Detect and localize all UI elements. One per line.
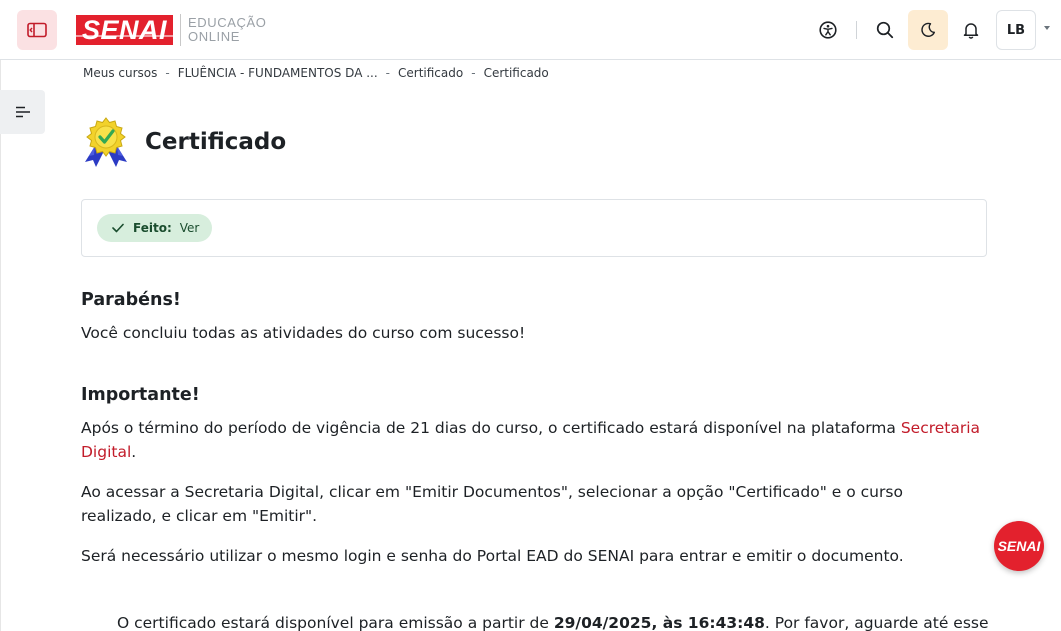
completion-status-badge[interactable]: Feito: Ver xyxy=(97,214,213,242)
important-paragraph-3: Será necessário utilizar o mesmo login e… xyxy=(81,547,904,565)
sidebar-toggle-button[interactable] xyxy=(17,10,57,50)
congrats-text: Você concluiu todas as atividades do cur… xyxy=(81,324,526,342)
accessibility-icon xyxy=(819,21,837,39)
logo-divider xyxy=(180,14,182,46)
page-title: Certificado xyxy=(145,129,287,155)
important-paragraph-1: Após o término do período de vigência de… xyxy=(81,416,981,464)
certificate-medal-icon xyxy=(85,117,127,167)
page-header: Certificado xyxy=(81,116,286,168)
chevron-down-icon[interactable] xyxy=(1044,26,1050,30)
user-avatar[interactable]: LB xyxy=(996,10,1036,50)
breadcrumb-separator: - xyxy=(165,66,170,80)
p1-end: . xyxy=(131,443,137,461)
check-icon xyxy=(112,223,124,233)
navbar-divider xyxy=(856,21,857,39)
completion-status-value: Ver xyxy=(179,221,200,235)
p1-text: Após o término do período de vigência de… xyxy=(81,419,901,437)
top-navbar: SENAI EDUCAÇÃO ONLINE LB xyxy=(0,0,1061,60)
important-heading: Importante! xyxy=(81,385,200,405)
breadcrumb-item-my-courses[interactable]: Meus cursos xyxy=(83,66,157,80)
logo-subtitle: EDUCAÇÃO ONLINE xyxy=(188,16,266,44)
senai-logo[interactable]: SENAI EDUCAÇÃO ONLINE xyxy=(76,14,267,46)
notifications-button[interactable] xyxy=(951,10,991,50)
search-button[interactable] xyxy=(865,10,905,50)
availability-date: 29/04/2025, às 16:43:48 xyxy=(553,614,765,631)
completion-status-label: Feito: xyxy=(133,221,172,235)
activity-completion-box: Feito: Ver xyxy=(81,199,987,257)
dark-mode-button[interactable] xyxy=(908,10,948,50)
breadcrumb-item-course[interactable]: FLUÊNCIA - FUNDAMENTOS DA ... xyxy=(178,66,378,80)
logo-senai-text: SENAI xyxy=(76,15,174,45)
bell-icon xyxy=(963,23,979,39)
breadcrumb: Meus cursos - FLUÊNCIA - FUNDAMENTOS DA … xyxy=(83,66,549,80)
date-prefix: O certificado estará disponível para emi… xyxy=(117,614,554,631)
breadcrumb-item-section[interactable]: Certificado xyxy=(398,66,463,80)
main-content: Parabéns! Você concluiu todas as ativida… xyxy=(81,288,981,584)
congrats-heading: Parabéns! xyxy=(81,290,181,310)
sidebar-toggle-icon xyxy=(27,22,47,38)
left-edge-divider xyxy=(0,60,1,631)
logo-sub-line1: EDUCAÇÃO xyxy=(188,15,267,30)
senai-floating-button[interactable]: SENAI xyxy=(994,521,1044,571)
date-suffix: . Por favor, aguarde até esse xyxy=(764,614,989,631)
moon-icon xyxy=(921,22,935,37)
important-paragraph-2: Ao acessar a Secretaria Digital, clicar … xyxy=(81,483,903,525)
course-index-icon xyxy=(15,106,30,118)
logo-sub-line2: ONLINE xyxy=(188,29,241,44)
search-icon xyxy=(876,21,894,39)
accessibility-button[interactable] xyxy=(808,10,848,50)
availability-date-line: O certificado estará disponível para emi… xyxy=(117,611,989,631)
course-index-toggle[interactable] xyxy=(0,90,45,134)
breadcrumb-separator: - xyxy=(385,66,391,80)
breadcrumb-item-current[interactable]: Certificado xyxy=(484,66,549,80)
breadcrumb-separator: - xyxy=(471,66,476,80)
